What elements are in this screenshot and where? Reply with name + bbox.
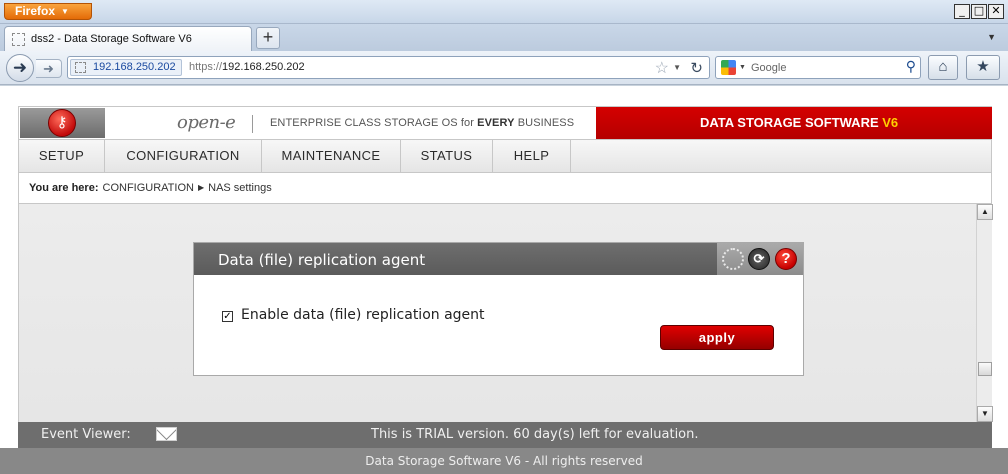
replication-agent-panel: Data (file) replication agent ⟳ ? ✓ Enabl…	[193, 242, 804, 376]
menu-maintenance[interactable]: MAINTENANCE	[262, 140, 401, 172]
apply-button[interactable]: apply	[660, 325, 774, 350]
url-host: 192.168.250.202	[222, 61, 305, 73]
tagline: ENTERPRISE CLASS STORAGE OS for EVERY BU…	[270, 117, 574, 129]
bookmarks-button[interactable]: ★	[966, 55, 1000, 80]
panel-header: Data (file) replication agent ⟳ ?	[194, 243, 803, 275]
panel-title: Data (file) replication agent	[218, 251, 426, 269]
vertical-scrollbar[interactable]: ▲ ▼	[976, 204, 993, 422]
menu-help[interactable]: HELP	[493, 140, 571, 172]
spinner-icon	[722, 248, 744, 270]
dss-app: ⚷ open-e ENTERPRISE CLASS STORAGE OS for…	[0, 106, 1008, 474]
reload-icon[interactable]: ↻	[690, 59, 703, 77]
tab-strip: dss2 - Data Storage Software V6 + ▼	[0, 24, 1008, 52]
site-identity-button[interactable]: 192.168.250.202	[70, 59, 182, 76]
brand-logo: open-e	[177, 112, 236, 133]
navigation-toolbar: ➜ ➜ 192.168.250.202 https://192.168.250.…	[0, 51, 1008, 85]
url-scheme: https://	[189, 61, 223, 73]
site-identity-label: 192.168.250.202	[93, 61, 176, 73]
product-banner: DATA STORAGE SOFTWARE V6	[596, 107, 992, 139]
home-icon: ⌂	[938, 58, 948, 75]
web-page: ⚷ open-e ENTERPRISE CLASS STORAGE OS for…	[0, 86, 1008, 474]
new-tab-button[interactable]: +	[256, 27, 280, 49]
chevron-down-icon[interactable]: ▼	[673, 63, 681, 72]
key-icon: ⚷	[48, 109, 76, 137]
tab-title: dss2 - Data Storage Software V6	[31, 33, 192, 45]
tagline-post: BUSINESS	[514, 117, 575, 129]
close-button[interactable]: ✕	[988, 4, 1004, 19]
scroll-up-button[interactable]: ▲	[977, 204, 993, 220]
breadcrumb-item-configuration[interactable]: CONFIGURATION	[103, 182, 194, 194]
chevron-down-icon[interactable]: ▼	[987, 32, 996, 42]
refresh-icon[interactable]: ⟳	[748, 248, 770, 270]
page-icon	[12, 33, 25, 46]
menu-setup[interactable]: SETUP	[19, 140, 105, 172]
status-bar: Event Viewer: This is TRIAL version. 60 …	[18, 422, 992, 448]
search-bar: ▼ ⚲	[715, 56, 921, 79]
tab-dss2[interactable]: dss2 - Data Storage Software V6	[4, 26, 252, 52]
breadcrumb-prefix: You are here:	[29, 182, 99, 194]
scroll-down-button[interactable]: ▼	[977, 406, 993, 422]
window-titlebar: Firefox ▼ _ □ ✕	[0, 0, 1008, 24]
enable-agent-label: Enable data (file) replication agent	[241, 307, 485, 323]
back-forward-group: ➜ ➜	[6, 54, 64, 82]
home-button[interactable]: ⌂	[928, 55, 958, 80]
enable-agent-option[interactable]: ✓ Enable data (file) replication agent	[222, 307, 485, 323]
page-icon	[75, 62, 86, 73]
magnifier-icon[interactable]: ⚲	[906, 58, 916, 75]
back-button[interactable]: ➜	[6, 54, 34, 82]
minimize-button[interactable]: _	[954, 4, 970, 19]
menu-configuration[interactable]: CONFIGURATION	[105, 140, 262, 172]
tagline-pre: ENTERPRISE CLASS STORAGE OS for	[270, 117, 478, 129]
star-icon[interactable]: ☆	[655, 58, 669, 78]
maximize-button[interactable]: □	[971, 4, 987, 19]
product-version: V6	[882, 115, 899, 130]
chevron-down-icon[interactable]: ▼	[739, 64, 746, 71]
help-icon[interactable]: ?	[775, 248, 797, 270]
google-icon[interactable]	[721, 60, 736, 75]
footer: Data Storage Software V6 - All rights re…	[0, 448, 1008, 474]
panel-tools: ⟳ ?	[717, 243, 803, 275]
url-text[interactable]: https://192.168.250.202	[189, 61, 305, 73]
window-controls: _ □ ✕	[954, 4, 1004, 19]
firefox-menu-label: Firefox	[15, 4, 56, 18]
main-menu: SETUP CONFIGURATION MAINTENANCE STATUS H…	[18, 140, 992, 173]
forward-icon: ➜	[43, 61, 54, 76]
enable-agent-checkbox[interactable]: ✓	[222, 311, 233, 322]
event-viewer-label: Event Viewer:	[41, 427, 131, 442]
firefox-menu-button[interactable]: Firefox ▼	[4, 3, 92, 20]
trial-notice: This is TRIAL version. 60 day(s) left fo…	[371, 427, 699, 442]
product-name: DATA STORAGE SOFTWARE	[700, 115, 883, 130]
back-icon: ➜	[12, 58, 28, 77]
search-input[interactable]	[751, 58, 899, 77]
menu-status[interactable]: STATUS	[401, 140, 493, 172]
header-banner: ⚷ open-e ENTERPRISE CLASS STORAGE OS for…	[18, 106, 992, 140]
breadcrumb-item-nas-settings[interactable]: NAS settings	[208, 182, 272, 194]
breadcrumb: You are here: CONFIGURATION ▶ NAS settings	[18, 173, 992, 204]
logo: ⚷	[20, 108, 105, 138]
envelope-icon[interactable]	[156, 427, 177, 441]
content-area: Data (file) replication agent ⟳ ? ✓ Enabl…	[18, 204, 993, 422]
chevron-right-icon: ▶	[197, 183, 205, 192]
dropdown-icon: ▼	[61, 7, 69, 16]
forward-button[interactable]: ➜	[36, 59, 62, 78]
divider	[252, 115, 253, 133]
url-bar[interactable]: 192.168.250.202 https://192.168.250.202 …	[67, 56, 710, 79]
scroll-thumb[interactable]	[978, 362, 992, 376]
tagline-bold: EVERY	[477, 117, 515, 129]
bookmarks-icon: ★	[976, 58, 990, 75]
